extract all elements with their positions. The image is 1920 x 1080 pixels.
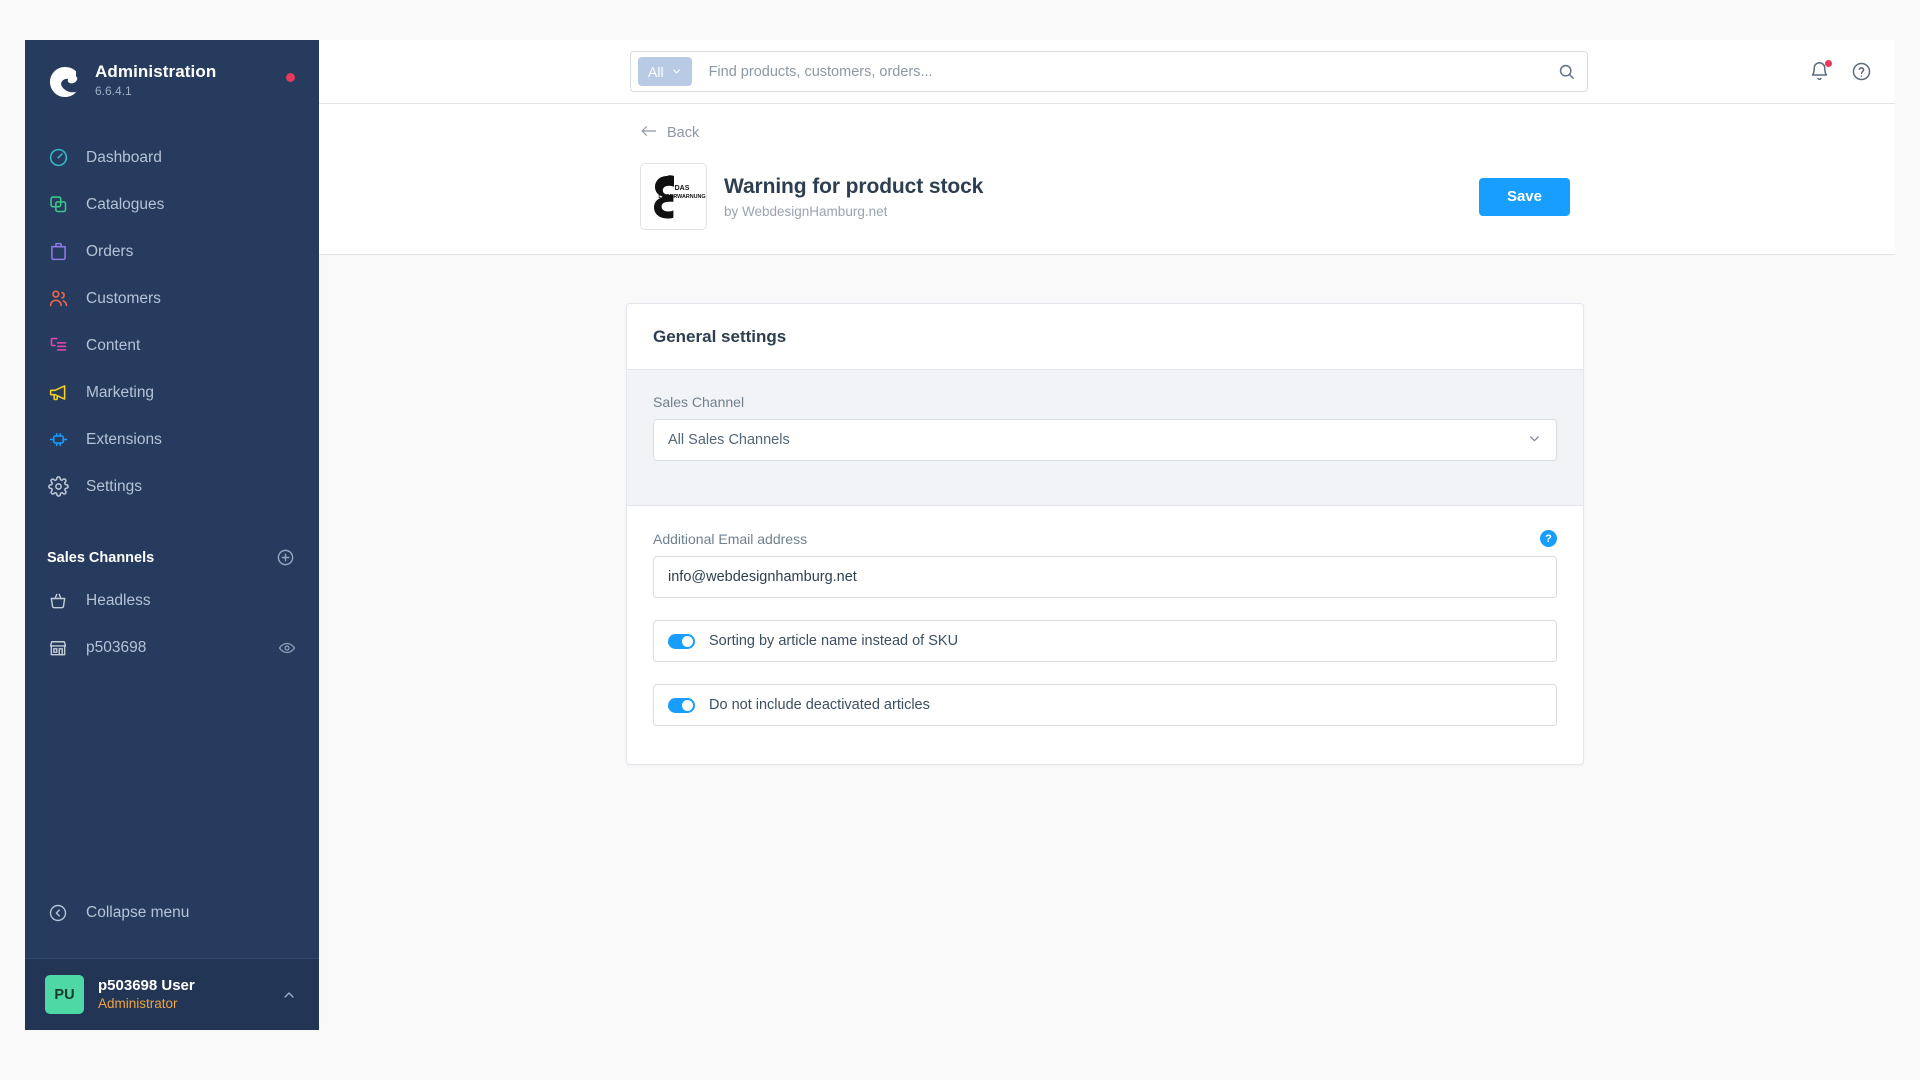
- help-question-icon[interactable]: ?: [1540, 530, 1557, 547]
- sidebar-item-label: Orders: [86, 242, 134, 260]
- sales-channel-select[interactable]: All Sales Channels: [653, 419, 1557, 461]
- sorting-toggle[interactable]: [668, 633, 695, 649]
- user-profile[interactable]: PU p503698 User Administrator: [25, 958, 319, 1030]
- chevron-down-icon: [671, 64, 682, 80]
- catalogues-layers-icon: [47, 194, 69, 216]
- global-search[interactable]: All: [630, 51, 1588, 92]
- svg-text:DAS: DAS: [675, 185, 690, 192]
- plugin-byline: by WebdesignHamburg.net: [724, 203, 888, 219]
- sidebar-item-label: Customers: [86, 289, 161, 307]
- sidebar-item-customers[interactable]: Customers: [25, 275, 319, 322]
- sidebar: Administration 6.6.4.1 Dashboard Catalog…: [25, 40, 319, 1030]
- sales-channel-headless[interactable]: Headless: [25, 577, 319, 624]
- sidebar-item-extensions[interactable]: Extensions: [25, 416, 319, 463]
- sidebar-item-label: Marketing: [86, 383, 155, 401]
- page-title: Warning for product stock: [724, 174, 984, 198]
- sidebar-item-orders[interactable]: Orders: [25, 228, 319, 275]
- sales-channel-p503698[interactable]: p503698: [25, 624, 319, 671]
- dashboard-gauge-icon: [47, 147, 69, 169]
- toggle-knob: [682, 699, 693, 711]
- sidebar-item-label: Extensions: [86, 430, 162, 448]
- sidebar-item-settings[interactable]: Settings: [25, 463, 319, 510]
- user-name: p503698 User: [98, 976, 195, 994]
- sales-channel-section: Sales Channel All Sales Channels: [627, 369, 1583, 506]
- shopware-logo-icon: [47, 63, 81, 98]
- content-area: General settings Sales Channel All Sales…: [315, 255, 1895, 1030]
- admin-app: Administration 6.6.4.1 Dashboard Catalog…: [0, 0, 1920, 1080]
- sales-channels-section-header: Sales Channels: [25, 510, 319, 577]
- topbar-actions: [1809, 59, 1873, 83]
- brand-text: Administration 6.6.4.1: [95, 62, 216, 98]
- eye-icon[interactable]: [278, 639, 296, 657]
- bell-icon[interactable]: [1809, 59, 1832, 83]
- toggle-knob: [682, 635, 693, 647]
- card-body: ? Additional Email address Sorting by ar…: [627, 506, 1583, 764]
- page-header: Back DAS LAGERWARNUNG Warning for produc…: [315, 104, 1895, 255]
- notification-dot: [286, 73, 295, 82]
- sidebar-item-catalogues[interactable]: Catalogues: [25, 181, 319, 228]
- sidebar-item-label: Content: [86, 336, 141, 354]
- avatar: PU: [45, 975, 84, 1014]
- search-icon[interactable]: [1551, 57, 1581, 87]
- sidebar-item-content[interactable]: Content: [25, 322, 319, 369]
- search-scope-label: All: [648, 63, 664, 80]
- toggle-label: Sorting by article name instead of SKU: [709, 633, 959, 649]
- notification-badge: [1825, 59, 1832, 67]
- plugin-logo-icon: DAS LAGERWARNUNG: [640, 163, 707, 230]
- chevron-up-icon[interactable]: [281, 987, 297, 1003]
- sidebar-item-label: Catalogues: [86, 195, 165, 213]
- email-field[interactable]: [653, 556, 1557, 598]
- sales-channel-label: Sales Channel: [653, 394, 745, 410]
- email-label: Additional Email address: [653, 531, 808, 547]
- collapse-left-icon: [47, 902, 69, 924]
- back-link[interactable]: Back: [640, 124, 699, 142]
- arrow-left-icon: [640, 124, 657, 142]
- sidebar-item-label: Settings: [86, 477, 143, 495]
- sidebar-nav: Dashboard Catalogues Orders Customers Co…: [25, 124, 319, 510]
- sidebar-item-marketing[interactable]: Marketing: [25, 369, 319, 416]
- user-text: p503698 User Administrator: [98, 976, 195, 1013]
- toggle-label: Do not include deactivated articles: [709, 697, 930, 713]
- sales-channel-label: Headless: [86, 591, 151, 609]
- extensions-plug-icon: [47, 429, 69, 451]
- brand-version: 6.6.4.1: [95, 83, 132, 98]
- sidebar-brand[interactable]: Administration 6.6.4.1: [25, 40, 319, 124]
- sales-channel-value: All Sales Channels: [668, 432, 790, 448]
- marketing-megaphone-icon: [47, 382, 69, 404]
- plugin-header-row: DAS LAGERWARNUNG Warning for product sto…: [626, 163, 1584, 230]
- question-circle-icon[interactable]: [1851, 61, 1873, 83]
- sidebar-item-label: Dashboard: [86, 148, 162, 166]
- back-label: Back: [667, 125, 700, 141]
- collapse-menu-label: Collapse menu: [86, 903, 190, 921]
- deactivated-toggle[interactable]: [668, 697, 695, 713]
- content-list-icon: [47, 335, 69, 357]
- save-button[interactable]: Save: [1478, 177, 1570, 216]
- search-scope-selector[interactable]: All: [638, 57, 692, 86]
- brand-title: Administration: [95, 62, 217, 81]
- main-area: All Find products, customers, orders... …: [315, 40, 1895, 1030]
- svg-text:LAGERWARNUNG: LAGERWARNUNG: [658, 194, 705, 200]
- toggle-row-sorting[interactable]: Sorting by article name instead of SKU: [653, 620, 1557, 662]
- sales-channel-label: p503698: [86, 638, 147, 656]
- search-input[interactable]: [691, 63, 1551, 80]
- collapse-menu-button[interactable]: Collapse menu: [25, 889, 319, 936]
- card-header: General settings: [627, 304, 1583, 369]
- storefront-icon: [47, 637, 69, 659]
- sidebar-item-dashboard[interactable]: Dashboard: [25, 134, 319, 181]
- chevron-down-icon: [1527, 431, 1542, 450]
- sales-channels-title: Sales Channels: [47, 549, 155, 566]
- user-role: Administrator: [98, 996, 178, 1012]
- general-settings-card: General settings Sales Channel All Sales…: [626, 303, 1584, 765]
- plus-circle-icon[interactable]: [276, 548, 295, 567]
- plugin-title-block: Warning for product stock by WebdesignHa…: [724, 175, 983, 219]
- topbar: All: [315, 40, 1895, 104]
- customers-people-icon: [47, 288, 69, 310]
- settings-gear-icon: [47, 476, 69, 498]
- orders-bag-icon: [47, 241, 69, 263]
- toggle-row-deactivated[interactable]: Do not include deactivated articles: [653, 684, 1557, 726]
- basket-icon: [47, 590, 69, 612]
- card-title: General settings: [653, 327, 787, 346]
